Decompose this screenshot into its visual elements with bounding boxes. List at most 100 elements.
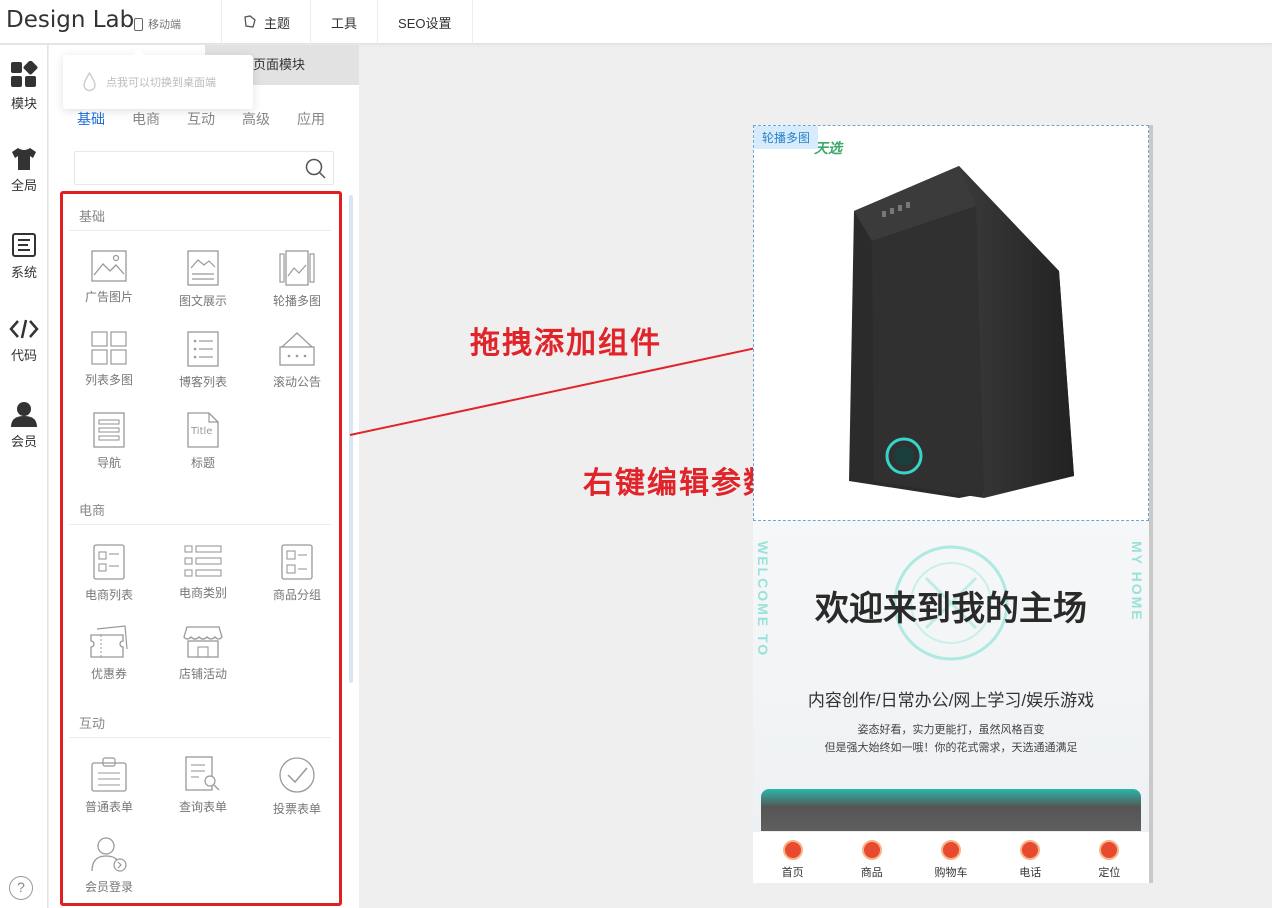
comp-blog-list[interactable]: 博客列表: [157, 331, 249, 390]
tab-basic[interactable]: 基础: [77, 109, 105, 129]
tab-apps[interactable]: 应用: [297, 109, 325, 129]
multi-image-icon: [91, 331, 127, 365]
category-icon: [184, 545, 222, 577]
cart-icon: [941, 840, 961, 860]
tab-label: 购物车: [934, 867, 968, 879]
mobile-switch-label: 移动端: [148, 19, 181, 31]
comp-label: 会员登录: [84, 880, 133, 894]
rail-item-global[interactable]: 全局: [0, 147, 48, 194]
comp-member-login[interactable]: 会员登录: [63, 836, 155, 895]
tshirt-icon: [12, 148, 36, 170]
comp-ecom-list[interactable]: 电商列表: [63, 544, 155, 603]
nav-theme[interactable]: 主题: [221, 0, 310, 44]
notice-icon: [279, 332, 315, 366]
tab-home[interactable]: 首页: [753, 832, 832, 883]
section-title-basic: 基础: [79, 209, 106, 224]
tab-location[interactable]: 定位: [1070, 832, 1149, 883]
tab-label: 首页: [781, 867, 804, 879]
comp-label: 电商类别: [178, 586, 227, 600]
comp-scroll-notice[interactable]: 滚动公告: [251, 331, 339, 390]
welcome-desc-line2: 但是强大始终如一哦！你的花式需求，天选通通满足: [824, 742, 1078, 754]
nav-icon: [93, 412, 125, 448]
comp-label: 导航: [96, 456, 121, 470]
desktop-switch-tooltip[interactable]: 点我可以切换到桌面端: [63, 49, 253, 109]
home-icon: [782, 840, 803, 860]
comp-label: 标题: [190, 456, 215, 470]
rail-label-member: 会员: [10, 434, 37, 449]
tab-label: 电话: [1019, 867, 1042, 879]
comp-image-text[interactable]: 图文展示: [157, 250, 249, 309]
tab-ecom[interactable]: 电商: [132, 109, 160, 129]
comp-store-activity[interactable]: 店铺活动: [157, 625, 249, 682]
code-icon: [9, 319, 39, 339]
top-bar: Design Lab 移动端 主题 工具 SEO设置: [0, 0, 1272, 44]
component-search-input[interactable]: [74, 151, 334, 185]
tab-phone[interactable]: 电话: [991, 832, 1070, 883]
welcome-subtitle: 内容创作/日常办公/网上学习/娱乐游戏: [807, 691, 1095, 710]
rail-item-modules[interactable]: 模块: [0, 61, 48, 112]
drop-icon: [83, 72, 96, 92]
comp-coupon[interactable]: 优惠券: [63, 625, 155, 682]
image-text-icon: [187, 250, 219, 286]
tab-label: 定位: [1098, 867, 1121, 879]
form-icon: [91, 757, 127, 792]
comp-product-group[interactable]: 商品分组: [251, 544, 339, 603]
tab-advanced[interactable]: 高级: [242, 109, 270, 129]
comp-query-form[interactable]: 查询表单: [157, 756, 249, 815]
comp-label: 商品分组: [272, 588, 321, 602]
divider: [69, 230, 331, 231]
app-logo[interactable]: Design Lab: [6, 7, 134, 33]
component-panel: 页面模块 点我可以切换到桌面端 基础 电商 互动 高级 应用 基础 广告图片 图…: [49, 45, 359, 908]
comp-navigation[interactable]: 导航: [63, 412, 155, 471]
store-icon: [183, 626, 223, 658]
comp-label: 查询表单: [178, 800, 227, 814]
comp-label: 滚动公告: [272, 375, 321, 389]
list-icon: [187, 331, 219, 367]
comp-ecom-category[interactable]: 电商类别: [157, 544, 249, 601]
comp-label: 轮播多图: [272, 294, 321, 308]
comp-label: 普通表单: [84, 800, 133, 814]
search-icon[interactable]: [305, 158, 327, 180]
rail-item-code[interactable]: 代码: [0, 317, 48, 364]
welcome-title: 欢迎来到我的主场: [815, 589, 1087, 629]
comp-label: 广告图片: [84, 290, 133, 304]
check-circle-icon: [279, 757, 315, 793]
tab-cart[interactable]: 购物车: [911, 832, 990, 883]
nav-seo[interactable]: SEO设置: [377, 0, 473, 44]
tab-products[interactable]: 商品: [832, 832, 911, 883]
rail-item-system[interactable]: 系统: [0, 232, 48, 281]
component-list-highlight: 基础 广告图片 图文展示 轮播多图 列表多图 博客列表 滚动公告 导航 Titl…: [60, 191, 342, 906]
carousel-icon: [279, 250, 315, 286]
welcome-desc-line1: 姿态好看，实力更能打，虽然风格百变: [857, 724, 1045, 736]
tab-interact[interactable]: 互动: [187, 109, 215, 129]
svg-text:Title: Title: [190, 426, 212, 437]
rail-item-member[interactable]: 会员: [0, 401, 48, 450]
comp-carousel[interactable]: 轮播多图: [251, 250, 339, 309]
location-icon: [1099, 840, 1120, 860]
member-login-icon: [91, 837, 127, 872]
comp-ad-image[interactable]: 广告图片: [63, 250, 155, 305]
nav-tools[interactable]: 工具: [310, 0, 377, 44]
comp-list-images[interactable]: 列表多图: [63, 331, 155, 388]
product-list-icon: [93, 544, 125, 580]
nav-theme-label: 主题: [264, 15, 291, 31]
comp-normal-form[interactable]: 普通表单: [63, 756, 155, 815]
preview-scrollbar[interactable]: [1149, 125, 1153, 883]
phone-icon: [134, 17, 143, 31]
carousel-block[interactable]: 天选 轮播多图: [753, 125, 1149, 521]
comp-label: 店铺活动: [178, 667, 227, 681]
document-icon: [12, 233, 36, 257]
pc-tower-image: [849, 166, 1074, 498]
help-icon[interactable]: ?: [9, 876, 33, 900]
mobile-tabbar: 首页 商品 购物车 电话 定位: [753, 831, 1149, 883]
grid-icon: [11, 61, 38, 87]
phone-call-icon: [1020, 840, 1041, 860]
comp-label: 列表多图: [84, 373, 133, 387]
mobile-switch[interactable]: 移动端: [134, 16, 181, 32]
left-rail: 模块 全局 系统 代码 会员 ?: [0, 45, 48, 908]
nav-tools-label: 工具: [331, 15, 358, 31]
products-icon: [861, 840, 882, 860]
tooltip-text: 点我可以切换到桌面端: [106, 77, 216, 89]
comp-vote-form[interactable]: 投票表单: [251, 756, 339, 817]
comp-title[interactable]: Title 标题: [157, 412, 249, 471]
